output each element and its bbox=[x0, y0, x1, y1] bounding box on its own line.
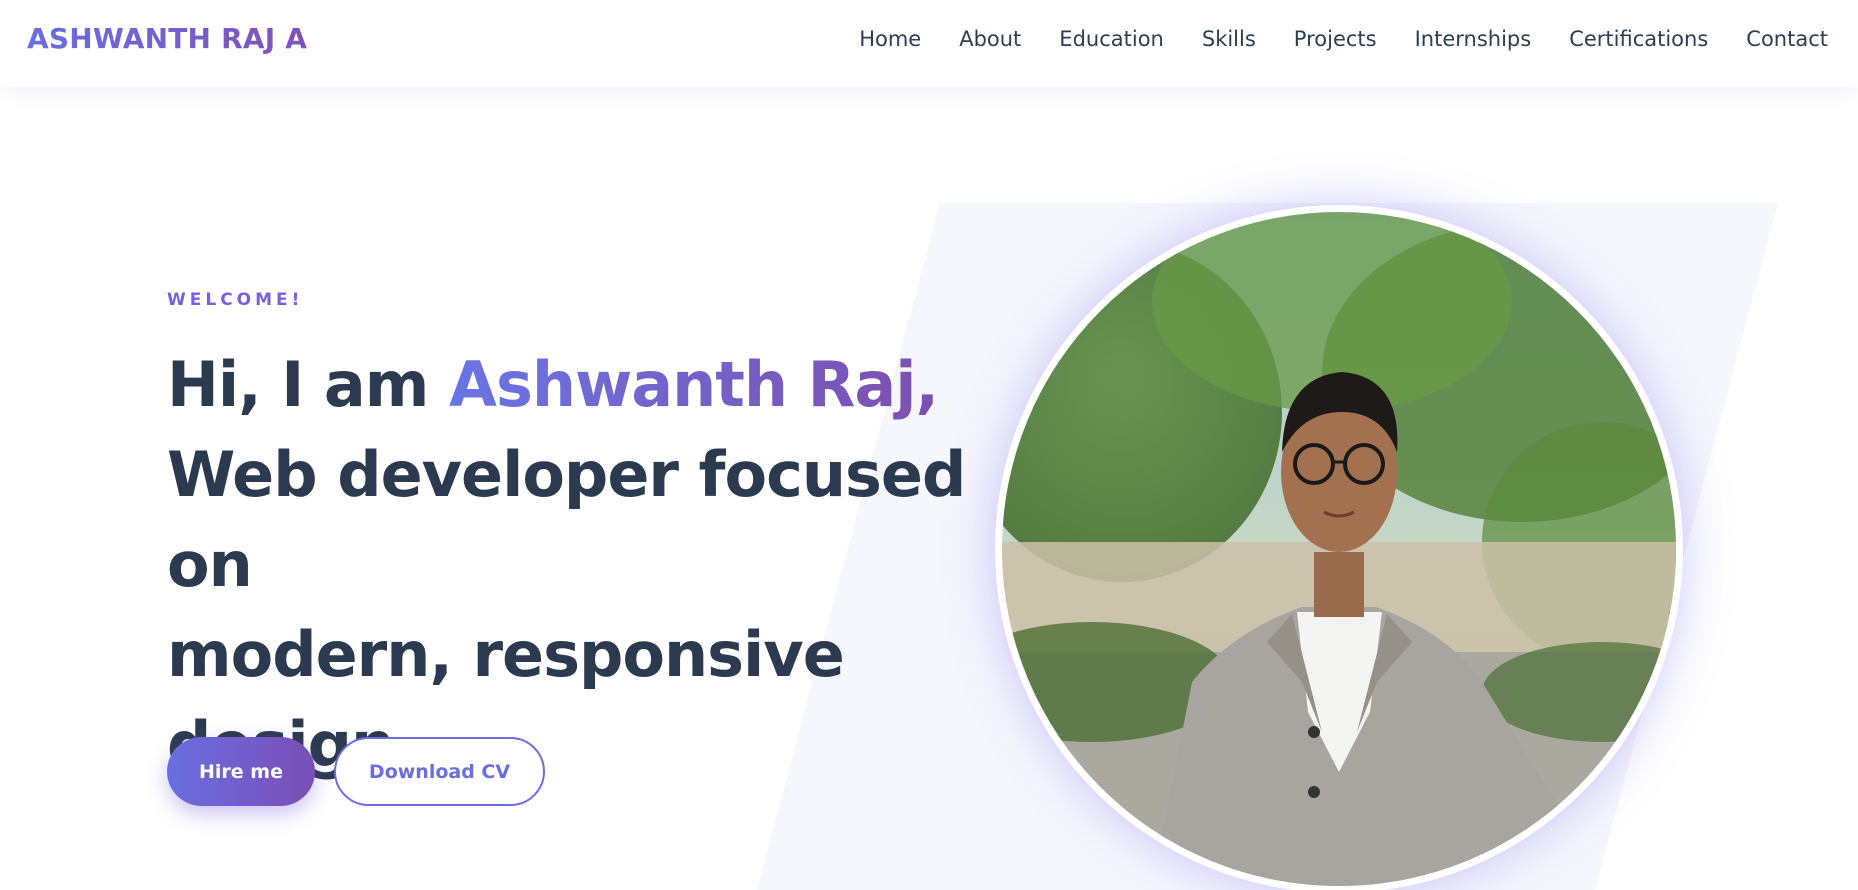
nav-link-skills[interactable]: Skills bbox=[1202, 27, 1256, 51]
hire-me-button[interactable]: Hire me bbox=[167, 737, 315, 806]
nav-link-home[interactable]: Home bbox=[859, 27, 921, 51]
headline-line-3: modern, responsive bbox=[167, 618, 845, 691]
headline-name: Ashwanth Raj, bbox=[448, 348, 939, 421]
hero-welcome-label: WELCOME! bbox=[167, 290, 304, 310]
profile-photo bbox=[1002, 212, 1676, 886]
nav-link-internships[interactable]: Internships bbox=[1415, 27, 1532, 51]
profile-photo-frame bbox=[995, 205, 1683, 890]
nav-links: Home About Education Skills Projects Int… bbox=[821, 0, 1828, 78]
nav-link-projects[interactable]: Projects bbox=[1294, 27, 1377, 51]
nav-link-education[interactable]: Education bbox=[1059, 27, 1164, 51]
nav-link-about[interactable]: About bbox=[959, 27, 1021, 51]
headline-intro: Hi, I am bbox=[167, 348, 449, 421]
hero-headline: Hi, I am Ashwanth Raj, Web developer foc… bbox=[167, 340, 1007, 790]
brand-logo-text[interactable]: ASHWANTH RAJ A bbox=[27, 22, 307, 55]
headline-line-2: Web developer focused on bbox=[167, 438, 966, 601]
nav-link-contact[interactable]: Contact bbox=[1746, 27, 1828, 51]
nav-link-certifications[interactable]: Certifications bbox=[1569, 27, 1708, 51]
top-navbar: ASHWANTH RAJ A Home About Education Skil… bbox=[0, 0, 1858, 87]
download-cv-button[interactable]: Download CV bbox=[334, 737, 545, 806]
